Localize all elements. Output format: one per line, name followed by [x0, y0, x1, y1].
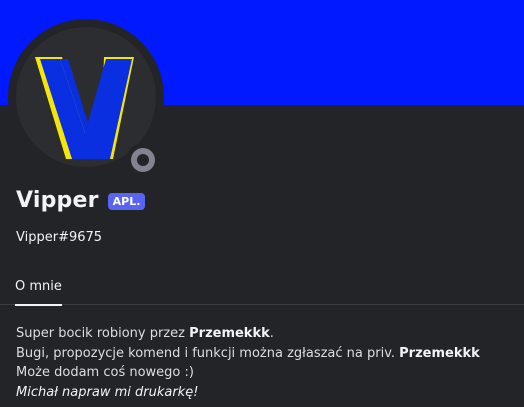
username[interactable]: Vipper#9675 [16, 230, 102, 245]
status-ring [131, 148, 155, 172]
display-name: Vipper [16, 188, 99, 213]
about-me-text: Super bocik robiony przez Przemekkk. Bug… [16, 324, 516, 402]
about-line-1: Super bocik robiony przez Przemekkk. [16, 326, 274, 341]
profile-tabs: O mnie [0, 270, 524, 306]
about-line-3: Może dodam coś nowego :) [16, 365, 194, 380]
name-row: Vipper APL. [16, 188, 146, 213]
about-line-4: Michał napraw mi drukarkę! [16, 384, 199, 400]
author-name-2: Przemekkk [399, 345, 480, 361]
status-hole [137, 154, 149, 166]
about-line-2: Bugi, propozycje komend i funkcji można … [16, 345, 480, 361]
avatar-frame [8, 19, 164, 177]
author-name: Przemekkk [189, 326, 270, 341]
bot-tag-badge: APL. [107, 193, 146, 210]
offline-status-icon [126, 143, 160, 177]
tab-about-me[interactable]: O mnie [15, 279, 62, 306]
